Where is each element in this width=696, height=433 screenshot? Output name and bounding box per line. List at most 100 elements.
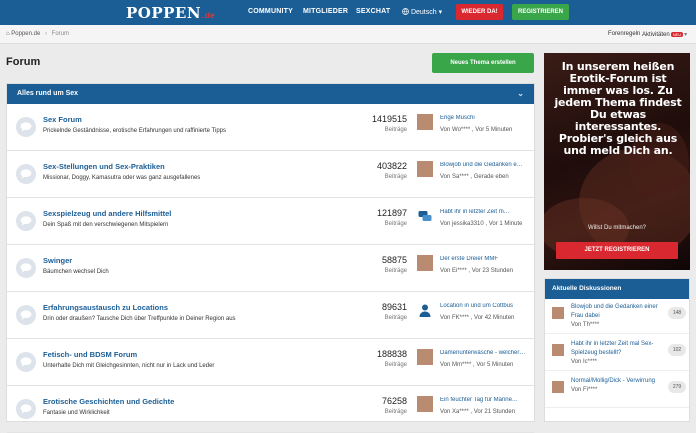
last-post-meta: Von Sa**** , Gerade eben <box>440 174 509 180</box>
forum-icon <box>16 305 36 325</box>
discussion-item[interactable]: Blowjob und die Gedanken einer Frau dabe… <box>545 299 689 334</box>
recent-discussions: Aktuelle Diskussionen Blowjob und die Ge… <box>544 278 690 422</box>
register-button[interactable]: REGISTRIEREN <box>512 4 569 20</box>
nav-sexchat[interactable]: SEXCHAT <box>356 8 390 15</box>
promo-question: Willst Du mitmachen? <box>587 225 646 231</box>
forum-rules-link[interactable]: Forenregeln <box>608 31 640 37</box>
discussion-title-link[interactable]: Blowjob und die Gedanken einer Frau dabe… <box>571 303 666 321</box>
forum-icon <box>16 258 36 278</box>
discussion-title-link[interactable]: Normal/Mollig/Dick - Verwirrung <box>571 377 666 386</box>
home-icon: ⌂ <box>6 31 10 37</box>
last-post-avatar[interactable] <box>417 161 433 177</box>
forum-row[interactable]: Sex-Stellungen und Sex-Praktiken Missiona… <box>7 151 534 198</box>
forum-row[interactable]: Sexspielzeug und andere Hilfsmittel Dein … <box>7 198 534 245</box>
speech-bubble-icon <box>20 122 32 132</box>
forum-row[interactable]: Erfahrungsaustausch zu Locations Drin ode… <box>7 292 534 339</box>
post-count: 89631 <box>381 302 407 312</box>
discussion-avatar <box>552 381 564 393</box>
forum-description: Drin oder draußen? Tausche Dich über Tre… <box>43 316 236 322</box>
reply-count-badge: 279 <box>668 381 686 393</box>
discussion-avatar <box>552 307 564 319</box>
language-selector[interactable]: Deutsch ▾ <box>402 8 442 16</box>
last-post-link[interactable]: Habt ihr in letzter Zeit m… <box>440 209 532 215</box>
post-count: 121897 <box>376 208 407 218</box>
last-post-link[interactable]: Damenunterwäsche - welcher… <box>440 350 532 356</box>
last-post-avatar[interactable] <box>417 396 433 412</box>
forum-name-link[interactable]: Sex Forum <box>43 115 82 124</box>
post-count-label: Beiträge <box>384 409 407 415</box>
nav-community[interactable]: COMMUNITY <box>248 8 293 15</box>
last-post-link[interactable]: Blowjob und die Gedanken e… <box>440 162 532 168</box>
last-post-avatar[interactable] <box>417 208 433 224</box>
forum-name-link[interactable]: Fetisch- und BDSM Forum <box>43 350 137 359</box>
discussion-meta: Von Ic**** <box>571 359 598 365</box>
post-count: 403822 <box>376 161 407 171</box>
forum-description: Fantasie und Wirklichkeit <box>43 410 110 416</box>
last-post-meta: Von Xa**** , Vor 21 Stunden <box>440 409 516 415</box>
speech-bubble-icon <box>20 357 32 367</box>
last-post-avatar[interactable] <box>417 302 433 318</box>
post-count-label: Beiträge <box>384 362 407 368</box>
forum-row[interactable]: Erotische Geschichten und Gedichte Fantas… <box>7 386 534 433</box>
chevron-down-icon[interactable]: ⌄ <box>517 84 524 104</box>
speech-bubble-icon <box>20 404 32 414</box>
user-silhouette-icon <box>417 302 433 318</box>
login-button[interactable]: WIEDER DA! <box>456 4 503 20</box>
nav-mitglieder[interactable]: MITGLIEDER <box>303 8 348 15</box>
last-post-meta: Von Mm**** , Vor 5 Minuten <box>440 362 514 368</box>
breadcrumb-home[interactable]: Poppen.de <box>11 31 40 37</box>
new-thread-button[interactable]: Neues Thema erstellen <box>432 53 534 73</box>
forum-row[interactable]: Sex Forum Prickelnde Geständnisse, erotis… <box>7 104 534 151</box>
forum-description: Missionar, Doggy, Kamasutra oder was gan… <box>43 175 201 181</box>
forum-name-link[interactable]: Swinger <box>43 256 72 265</box>
discussion-meta: Von Th**** <box>571 322 600 328</box>
last-post-link[interactable]: Ein feuchter Tag für Männe… <box>440 397 532 403</box>
logo[interactable]: POPPEN.de <box>126 4 215 22</box>
last-post-link[interactable]: Location in und um Cottbus <box>440 303 532 309</box>
forum-name-link[interactable]: Sex-Stellungen und Sex-Praktiken <box>43 162 165 171</box>
promo-register-button[interactable]: JETZT REGISTRIEREN <box>556 242 678 259</box>
forum-icon <box>16 399 36 419</box>
forum-category-panel: Alles rund um Sex ⌄ Sex Forum Prickelnde … <box>6 83 535 433</box>
last-post-link[interactable]: Der erste Dreier MMF <box>440 256 532 262</box>
post-count-label: Beiträge <box>384 127 407 133</box>
logo-tld: .de <box>202 11 216 20</box>
speech-bubble-icon <box>20 310 32 320</box>
forum-icon <box>16 211 36 231</box>
discussion-item[interactable]: Habt ihr in letzter Zeit mal Sex-Spielze… <box>545 336 689 371</box>
promo-headline: In unserem heißen Erotik-Forum ist immer… <box>554 60 682 157</box>
post-count-label: Beiträge <box>384 174 407 180</box>
forum-name-link[interactable]: Erotische Geschichten und Gedichte <box>43 397 174 406</box>
forum-name-link[interactable]: Erfahrungsaustausch zu Locations <box>43 303 168 312</box>
logo-text: POPPEN <box>126 4 202 22</box>
last-post-meta: Von Ei**** , Vor 23 Stunden <box>440 268 514 274</box>
reply-count-badge: 102 <box>668 344 686 356</box>
last-post-avatar[interactable] <box>417 255 433 271</box>
last-post-avatar[interactable] <box>417 114 433 130</box>
reply-count-badge: 148 <box>668 307 686 319</box>
forum-description: Bäumchen wechsel Dich <box>43 269 109 275</box>
forum-name-link[interactable]: Sexspielzeug und andere Hilfsmittel <box>43 209 171 218</box>
chat-bubbles-icon <box>417 208 433 224</box>
discussion-item[interactable]: Normal/Mollig/Dick - Verwirrung Von Fi***… <box>545 373 689 408</box>
forum-icon <box>16 352 36 372</box>
discussion-title-link[interactable]: Habt ihr in letzter Zeit mal Sex-Spielze… <box>571 340 666 358</box>
forum-row[interactable]: Fetisch- und BDSM Forum Unterhalte Dich m… <box>7 339 534 386</box>
activity-link[interactable]: Aktivitäten NEU ▾ <box>642 31 687 38</box>
breadcrumb-bar: ⌂ Poppen.de › Forum Forenregeln Aktivitä… <box>0 25 696 44</box>
last-post-link[interactable]: Enge Muschi <box>440 115 532 121</box>
post-count: 58875 <box>381 255 407 265</box>
top-navbar: POPPEN.de COMMUNITY MITGLIEDER SEXCHAT D… <box>0 0 696 25</box>
promo-banner: In unserem heißen Erotik-Forum ist immer… <box>544 53 690 270</box>
post-count-label: Beiträge <box>384 268 407 274</box>
forum-description: Dein Spaß mit den verschwiegenen Mitspie… <box>43 222 169 228</box>
forum-icon <box>16 117 36 137</box>
last-post-avatar[interactable] <box>417 349 433 365</box>
new-badge: NEU <box>670 32 684 37</box>
forum-row[interactable]: Swinger Bäumchen wechsel Dich 58875 Beiträg… <box>7 245 534 292</box>
post-count-label: Beiträge <box>384 315 407 321</box>
last-post-meta: Von jessika3310 , Vor 1 Minute <box>440 221 523 227</box>
category-header[interactable]: Alles rund um Sex ⌄ <box>7 84 534 104</box>
language-label: Deutsch <box>410 9 437 16</box>
last-post-meta: Von FK**** , Vor 42 Minuten <box>440 315 515 321</box>
